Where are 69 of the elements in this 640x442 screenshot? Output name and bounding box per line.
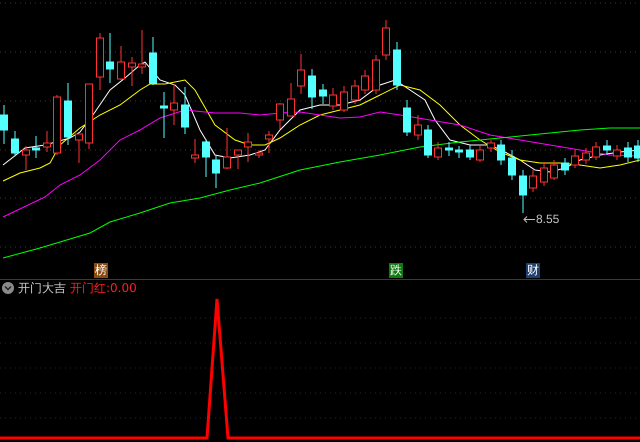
candlestick	[32, 136, 40, 158]
candlestick	[0, 104, 8, 144]
candlestick	[540, 162, 548, 186]
candlestick	[234, 150, 242, 170]
candlestick	[592, 142, 600, 160]
candlestick	[340, 86, 348, 112]
candlestick	[455, 146, 463, 158]
candlestick	[582, 148, 590, 164]
indicator-value: 开门红:0.00	[70, 280, 137, 296]
candlestick	[181, 86, 189, 134]
candlestick	[22, 146, 30, 170]
candlestick	[128, 56, 136, 86]
candlestick	[382, 20, 390, 60]
candlestick	[191, 138, 199, 164]
candlestick	[276, 102, 284, 130]
candlestick	[96, 32, 104, 90]
candlestick	[476, 146, 484, 162]
candlestick	[487, 140, 495, 152]
candlestick	[529, 170, 537, 192]
candlestick	[445, 142, 453, 156]
candlestick	[43, 130, 51, 152]
candlestick	[255, 150, 263, 158]
candlestick	[424, 124, 432, 158]
candlestick	[403, 100, 411, 136]
candlestick	[244, 132, 252, 162]
candlestick	[329, 88, 337, 110]
candlestick	[351, 80, 359, 104]
candlestick	[308, 68, 316, 110]
event-marker: 榜	[94, 263, 108, 278]
indicator-title: 开门大吉	[18, 280, 66, 296]
candlestick	[361, 70, 369, 94]
candlestick	[170, 84, 178, 126]
candlestick	[11, 130, 19, 156]
candlestick	[53, 94, 61, 156]
candlestick	[571, 150, 579, 168]
candlestick	[160, 92, 168, 138]
candlestick	[466, 144, 474, 160]
low-price-label: 8.55	[536, 212, 560, 226]
arrow-icon	[523, 216, 535, 222]
candlestick	[287, 82, 295, 116]
candlestick	[64, 82, 72, 146]
candlestick	[149, 36, 157, 86]
candlestick	[319, 84, 327, 104]
candlestick	[223, 128, 231, 170]
event-marker: 跌	[389, 263, 403, 278]
candlestick	[497, 140, 505, 166]
candlestick	[138, 30, 146, 74]
candlestick	[202, 138, 210, 178]
candlestick	[613, 144, 621, 160]
candlestick	[265, 130, 273, 154]
candlestick	[634, 140, 640, 162]
candlestick	[75, 134, 83, 164]
candlestick	[561, 158, 569, 176]
candlestick	[212, 154, 220, 188]
candlestick	[85, 84, 93, 150]
candlestick	[117, 46, 125, 80]
candlestick	[106, 32, 114, 84]
candlestick	[393, 42, 401, 90]
candlestick	[434, 142, 442, 160]
candlestick	[414, 114, 422, 140]
candlestick	[519, 170, 527, 214]
candlestick	[624, 142, 632, 162]
collapse-icon[interactable]	[2, 282, 14, 294]
candlestick	[603, 140, 611, 156]
event-marker: 财	[526, 263, 540, 278]
candlestick	[297, 54, 305, 94]
candlestick	[372, 54, 380, 94]
candlestick	[508, 150, 516, 180]
candlestick	[550, 160, 558, 180]
